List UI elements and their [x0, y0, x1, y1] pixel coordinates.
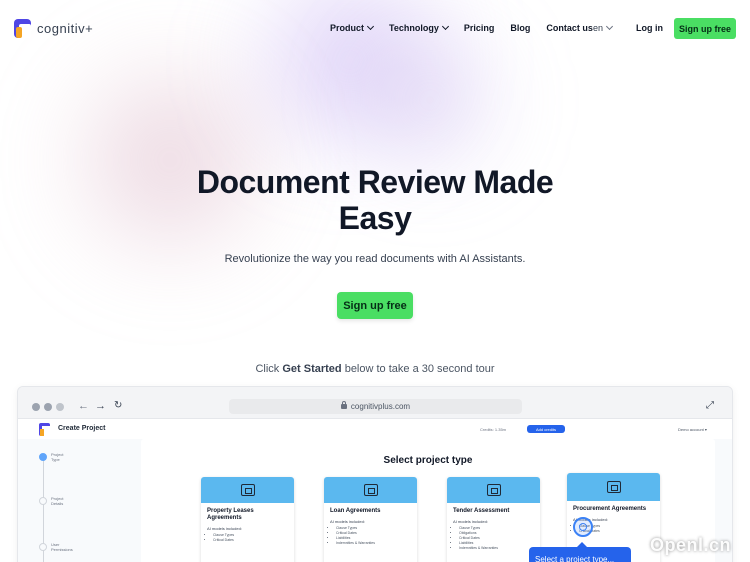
card-header	[201, 477, 294, 503]
card-title: Procurement Agreements	[573, 506, 647, 512]
tour-get-started: Get Started	[282, 363, 342, 375]
browser-toolbar: ← → ↻ cognitivplus.com ⤢	[18, 387, 732, 419]
url-text: cognitivplus.com	[350, 402, 411, 411]
card-header	[447, 477, 540, 503]
nav-item-pricing[interactable]: Pricing	[464, 23, 495, 33]
demo-window: ← → ↻ cognitivplus.com ⤢ Create Project …	[17, 386, 733, 562]
card-title: Loan Agreements	[330, 508, 381, 514]
project-type-panel: Select project type Property Leases Agre…	[141, 439, 715, 562]
app-logo-icon	[39, 423, 50, 436]
steps-sidebar: Project Type Project Details User Permis…	[18, 439, 138, 562]
expand-icon[interactable]: ⤢	[706, 400, 714, 411]
card-subtitle: AI models included:	[330, 519, 365, 524]
nav-item-technology[interactable]: Technology	[389, 22, 449, 33]
brand-name: cognitiv+	[37, 21, 94, 36]
brand-logo[interactable]: cognitiv+	[14, 19, 93, 38]
app-header: Create Project Credits: 1.35m Add credit…	[18, 419, 732, 439]
chevron-down-icon	[441, 22, 449, 31]
card-subtitle: AI models included:	[207, 526, 242, 531]
chevron-down-icon	[605, 22, 614, 31]
window-dot-icon	[56, 403, 64, 411]
reload-icon[interactable]: ↻	[114, 400, 122, 411]
chevron-down-icon	[366, 22, 375, 31]
address-bar[interactable]: cognitivplus.com	[229, 399, 522, 414]
briefcase-icon	[363, 484, 378, 496]
nav-item-label: Product	[330, 23, 365, 33]
list-item: Critical Dates	[213, 538, 288, 543]
window-dot-icon	[32, 403, 40, 411]
crane-icon	[486, 484, 501, 496]
nav-item-blog[interactable]: Blog	[510, 23, 530, 33]
truck-icon	[606, 481, 621, 493]
language-selector[interactable]: en	[593, 22, 614, 33]
account-menu[interactable]: Demo account ▾	[678, 427, 707, 432]
hero-title-line2: Easy	[338, 200, 412, 236]
step-pending-icon	[39, 543, 47, 551]
list-item: Indemnities & Warranties	[336, 541, 411, 546]
tour-suffix: below to take a 30 second tour	[341, 363, 495, 375]
forward-arrow-icon[interactable]: →	[95, 400, 106, 412]
nav-item-label: Technology	[389, 23, 439, 33]
hero-title-line1: Document Review Made	[196, 164, 554, 200]
tour-prefix: Click	[255, 363, 283, 375]
language-label: en	[593, 23, 604, 33]
watermark: Openl.cn	[650, 535, 732, 555]
nav-item-label: Blog	[510, 23, 531, 33]
step-pending-icon	[39, 497, 47, 505]
hero-subtitle: Revolutionize the way you read documents…	[224, 253, 526, 265]
step-label: Project Type	[51, 452, 64, 462]
background-glow-pink	[40, 40, 300, 280]
logo-icon	[14, 19, 31, 38]
login-link[interactable]: Log in	[636, 23, 663, 33]
project-card-property-leases[interactable]: Property Leases Agreements AI models inc…	[201, 477, 294, 562]
card-model-list: Clause Types Critical Dates Liabilities …	[324, 524, 417, 546]
panel-title: Select project type	[383, 455, 473, 466]
app-title: Create Project	[58, 425, 106, 432]
card-subtitle: AI models included:	[453, 519, 488, 524]
nav-item-product[interactable]: Product	[330, 22, 375, 33]
card-title: Tender Assessment	[453, 508, 510, 514]
card-header	[324, 477, 417, 503]
back-arrow-icon[interactable]: ←	[78, 400, 89, 412]
signup-button-hero[interactable]: Sign up free	[337, 292, 413, 319]
project-card-loan-agreements[interactable]: Loan Agreements AI models included: Clau…	[324, 477, 417, 562]
tour-hotspot-icon[interactable]	[573, 517, 593, 537]
nav-item-label: Pricing	[463, 23, 495, 33]
top-navigation: cognitiv+ Product Technology Pricing Blo…	[0, 0, 750, 58]
list-item: Indemnities & Warranties	[459, 546, 534, 551]
building-icon	[240, 484, 255, 496]
card-header	[567, 473, 660, 501]
card-title: Property Leases Agreements	[207, 508, 254, 521]
project-card-tender-assessment[interactable]: Tender Assessment AI models included: Cl…	[447, 477, 540, 562]
add-credits-button[interactable]: Add credits	[527, 425, 565, 433]
lock-icon	[340, 401, 347, 409]
nav-links: Product Technology Pricing Blog Contact …	[330, 22, 609, 33]
window-dot-icon	[44, 403, 52, 411]
step-label: Project Details	[51, 496, 64, 506]
step-label: User Permissions	[51, 542, 73, 552]
tour-tooltip: Select a project type...	[529, 542, 631, 562]
signup-button-nav[interactable]: Sign up free	[674, 18, 736, 39]
card-model-list: Clause Types Obligations Critical Dates …	[447, 524, 540, 551]
step-active-icon	[39, 453, 47, 461]
card-model-list: Clause Types Critical Dates	[201, 531, 294, 543]
tour-instruction: Click Get Started below to take a 30 sec…	[0, 363, 750, 375]
credits-label: Credits: 1.35m	[480, 427, 507, 432]
nav-item-label: Contact us	[546, 23, 593, 33]
nav-item-contact[interactable]: Contact us	[546, 23, 593, 33]
hero-title: Document Review Made Easy	[0, 164, 750, 236]
